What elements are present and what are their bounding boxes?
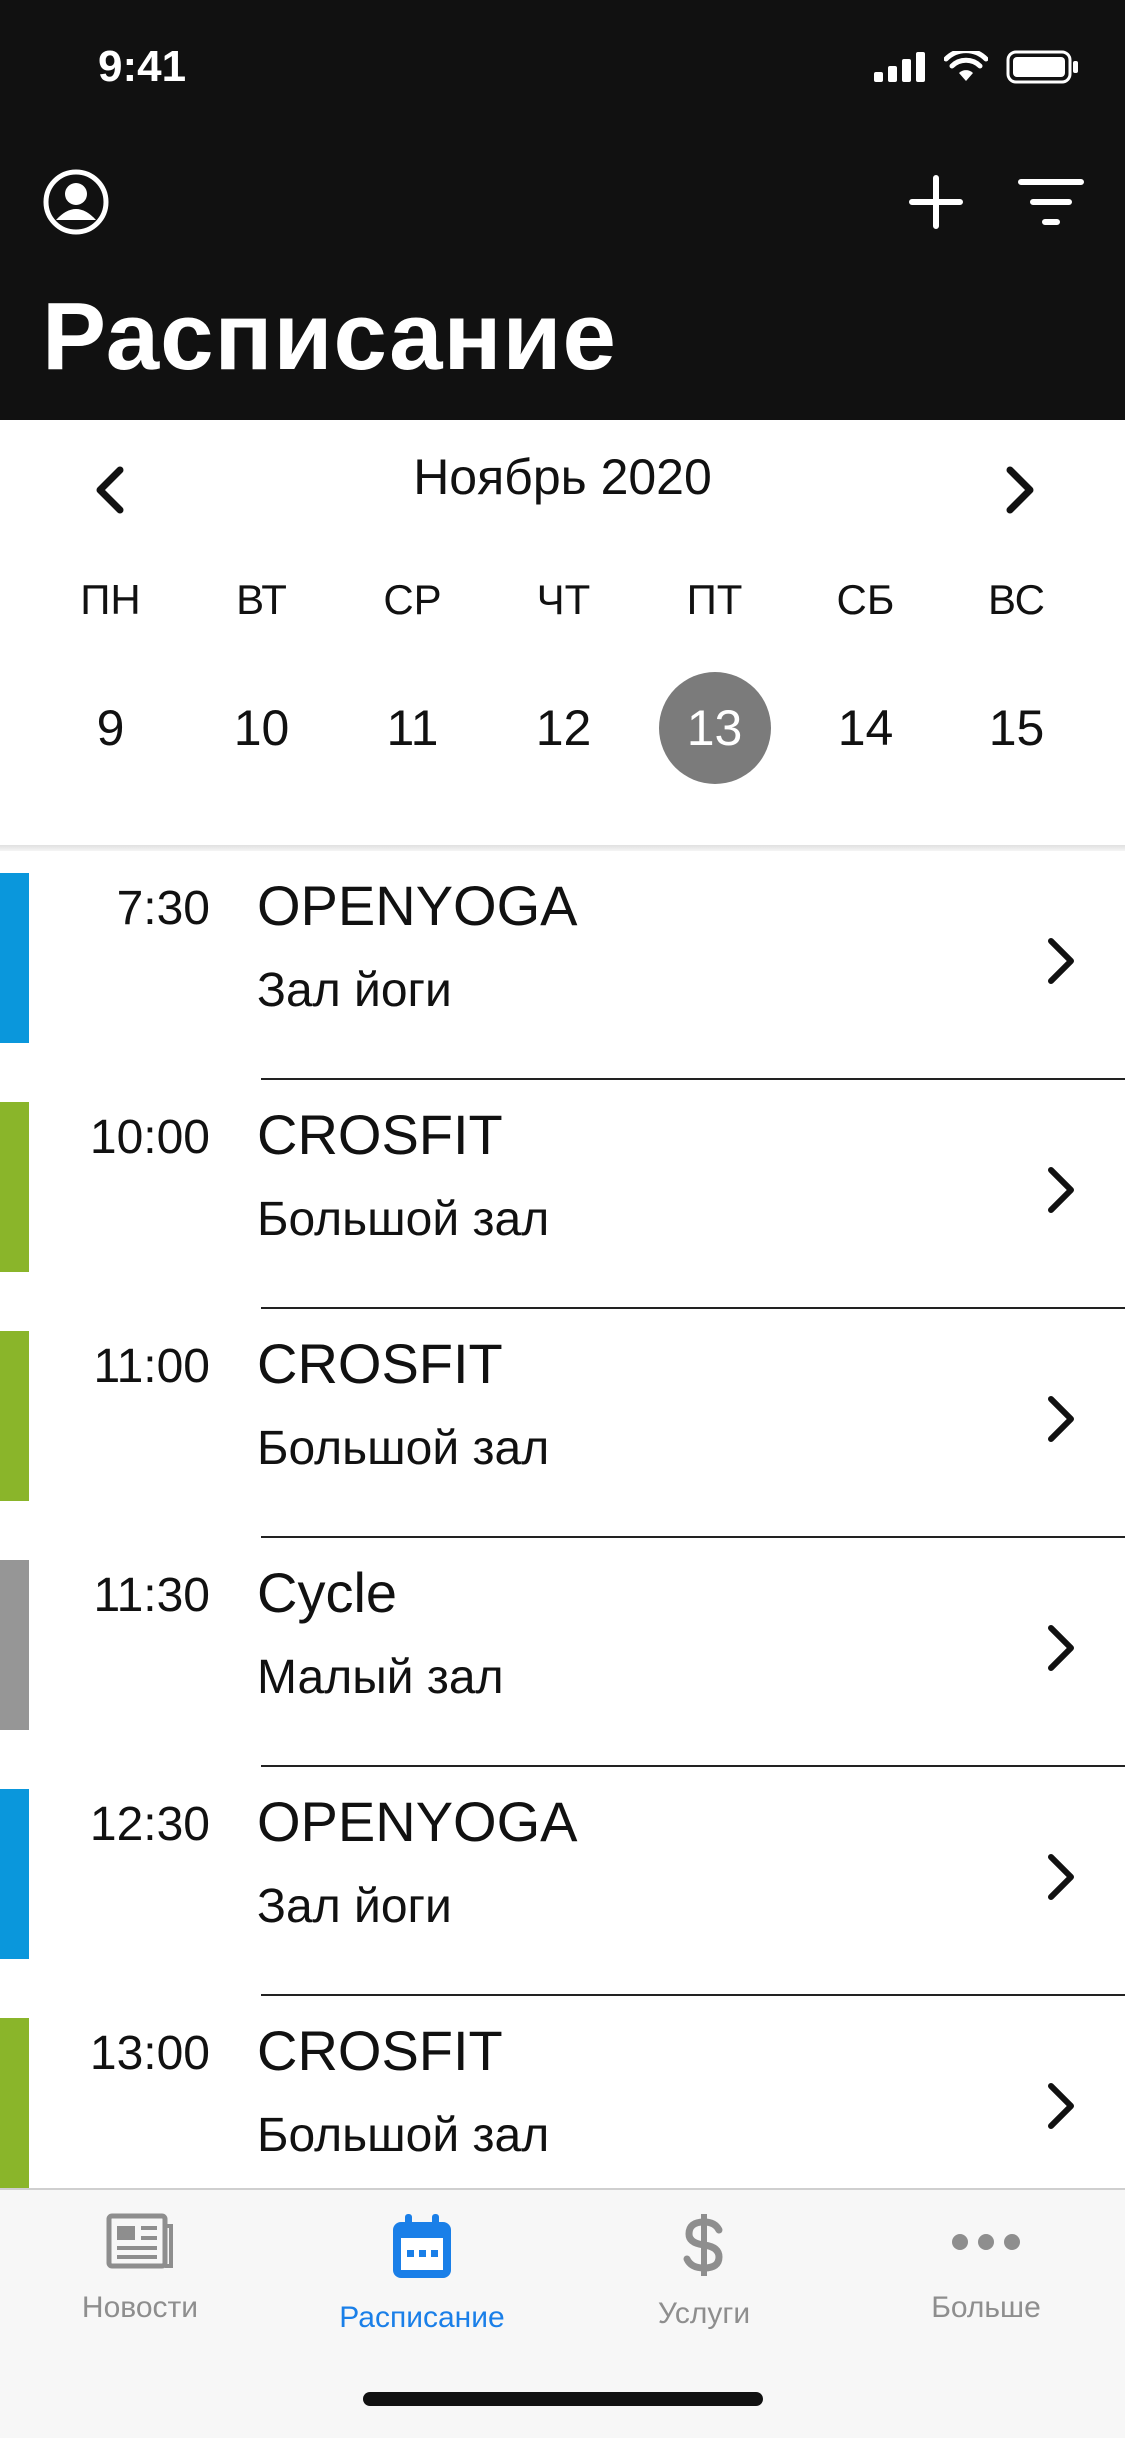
day-cell[interactable]: 15 xyxy=(941,672,1092,784)
day-number: 15 xyxy=(988,700,1045,756)
day-cell[interactable]: 12 xyxy=(488,672,639,784)
weekday-label: СБ xyxy=(836,576,895,623)
event-room: Большой зал xyxy=(257,2109,550,2162)
battery-icon xyxy=(1006,50,1078,84)
day-number: 9 xyxy=(96,700,125,756)
event-time: 10:00 xyxy=(89,1111,210,1164)
day-number: 10 xyxy=(233,700,290,756)
event-name: CROSFIT xyxy=(257,2019,503,2082)
next-week-icon[interactable] xyxy=(988,460,1048,520)
wifi-icon xyxy=(944,51,988,81)
event-room: Зал йоги xyxy=(257,964,452,1017)
chevron-right-icon xyxy=(1048,1167,1074,1213)
event-row[interactable]: 11:30 Cycle Малый зал xyxy=(0,1538,1125,1767)
signal-icon xyxy=(874,52,925,82)
chevron-right-icon xyxy=(1048,938,1074,984)
tab-label: Услуги xyxy=(657,2297,751,2330)
event-name: CROSFIT xyxy=(257,1332,503,1395)
filter-icon[interactable] xyxy=(1018,178,1084,226)
category-color-bar xyxy=(0,1789,29,1959)
home-indicator[interactable] xyxy=(363,2392,763,2406)
day-number: 12 xyxy=(535,700,592,756)
event-name: OPENYOGA xyxy=(257,874,578,937)
weekday-label: ВС xyxy=(988,576,1045,623)
tab-more[interactable]: Больше xyxy=(846,2212,1125,2325)
day-cell-selected[interactable]: 13 xyxy=(639,672,790,784)
calendar-icon xyxy=(393,2214,451,2278)
tab-services[interactable]: Услуги xyxy=(564,2212,844,2331)
weekday-row: ПН ВТ СР ЧТ ПТ СБ ВС xyxy=(0,576,1125,624)
event-row[interactable]: 7:30 OPENYOGA Зал йоги xyxy=(0,851,1125,1080)
event-room: Большой зал xyxy=(257,1422,550,1475)
day-cell[interactable]: 9 xyxy=(35,672,186,784)
category-color-bar xyxy=(0,873,29,1043)
event-time: 12:30 xyxy=(89,1798,210,1851)
tab-label: Расписание xyxy=(339,2301,505,2334)
chevron-right-icon xyxy=(1048,1625,1074,1671)
chevron-right-icon xyxy=(1048,1396,1074,1442)
event-row[interactable]: 12:30 OPENYOGA Зал йоги xyxy=(0,1767,1125,1996)
event-name: Cycle xyxy=(257,1561,398,1624)
event-room: Зал йоги xyxy=(257,1880,452,1933)
status-time: 9:41 xyxy=(98,42,187,91)
tab-news[interactable]: Новости xyxy=(0,2212,280,2325)
event-row[interactable]: 11:00 CROSFIT Большой зал xyxy=(0,1309,1125,1538)
day-number: 14 xyxy=(837,700,894,756)
event-name: CROSFIT xyxy=(257,1103,503,1166)
category-color-bar xyxy=(0,1560,29,1730)
day-cell[interactable]: 11 xyxy=(337,672,488,784)
event-time: 11:00 xyxy=(93,1340,210,1393)
event-row[interactable]: 10:00 CROSFIT Большой зал xyxy=(0,1080,1125,1309)
event-room: Большой зал xyxy=(257,1193,550,1246)
more-icon xyxy=(952,2234,1020,2250)
dollar-icon xyxy=(683,2214,723,2276)
page-title: Расписание xyxy=(42,283,617,390)
tab-label: Больше xyxy=(931,2291,1041,2324)
day-cell[interactable]: 10 xyxy=(186,672,337,784)
app-header: 9:41 Расписание xyxy=(0,0,1125,420)
month-label: Ноябрь 2020 xyxy=(413,449,712,505)
status-icons xyxy=(874,50,1080,84)
weekday-label: ВТ xyxy=(236,576,287,623)
news-icon xyxy=(106,2213,173,2269)
weekday-label: ЧТ xyxy=(536,576,591,623)
weekday-label: СР xyxy=(383,576,442,623)
tab-label: Новости xyxy=(81,2291,199,2324)
weekday-label: ПН xyxy=(80,576,141,623)
event-list: 7:30 OPENYOGA Зал йоги 10:00 CROSFIT Бол… xyxy=(0,851,1125,2225)
day-row: 9 10 11 12 13 14 15 xyxy=(0,672,1125,784)
event-time: 7:30 xyxy=(116,882,210,935)
category-color-bar xyxy=(0,1331,29,1501)
day-cell[interactable]: 14 xyxy=(790,672,941,784)
profile-icon[interactable] xyxy=(42,168,110,236)
day-number: 13 xyxy=(658,672,771,784)
weekday-label: ПТ xyxy=(686,576,743,623)
plus-icon[interactable] xyxy=(908,174,964,230)
category-color-bar xyxy=(0,1102,29,1272)
category-color-bar xyxy=(0,2018,29,2188)
tab-schedule[interactable]: Расписание xyxy=(282,2212,562,2335)
event-name: OPENYOGA xyxy=(257,1790,578,1853)
event-room: Малый зал xyxy=(257,1651,504,1704)
event-time: 11:30 xyxy=(93,1569,210,1622)
chevron-right-icon xyxy=(1048,1854,1074,1900)
day-number: 11 xyxy=(386,700,439,756)
event-time: 13:00 xyxy=(89,2027,210,2080)
chevron-right-icon xyxy=(1048,2083,1074,2129)
